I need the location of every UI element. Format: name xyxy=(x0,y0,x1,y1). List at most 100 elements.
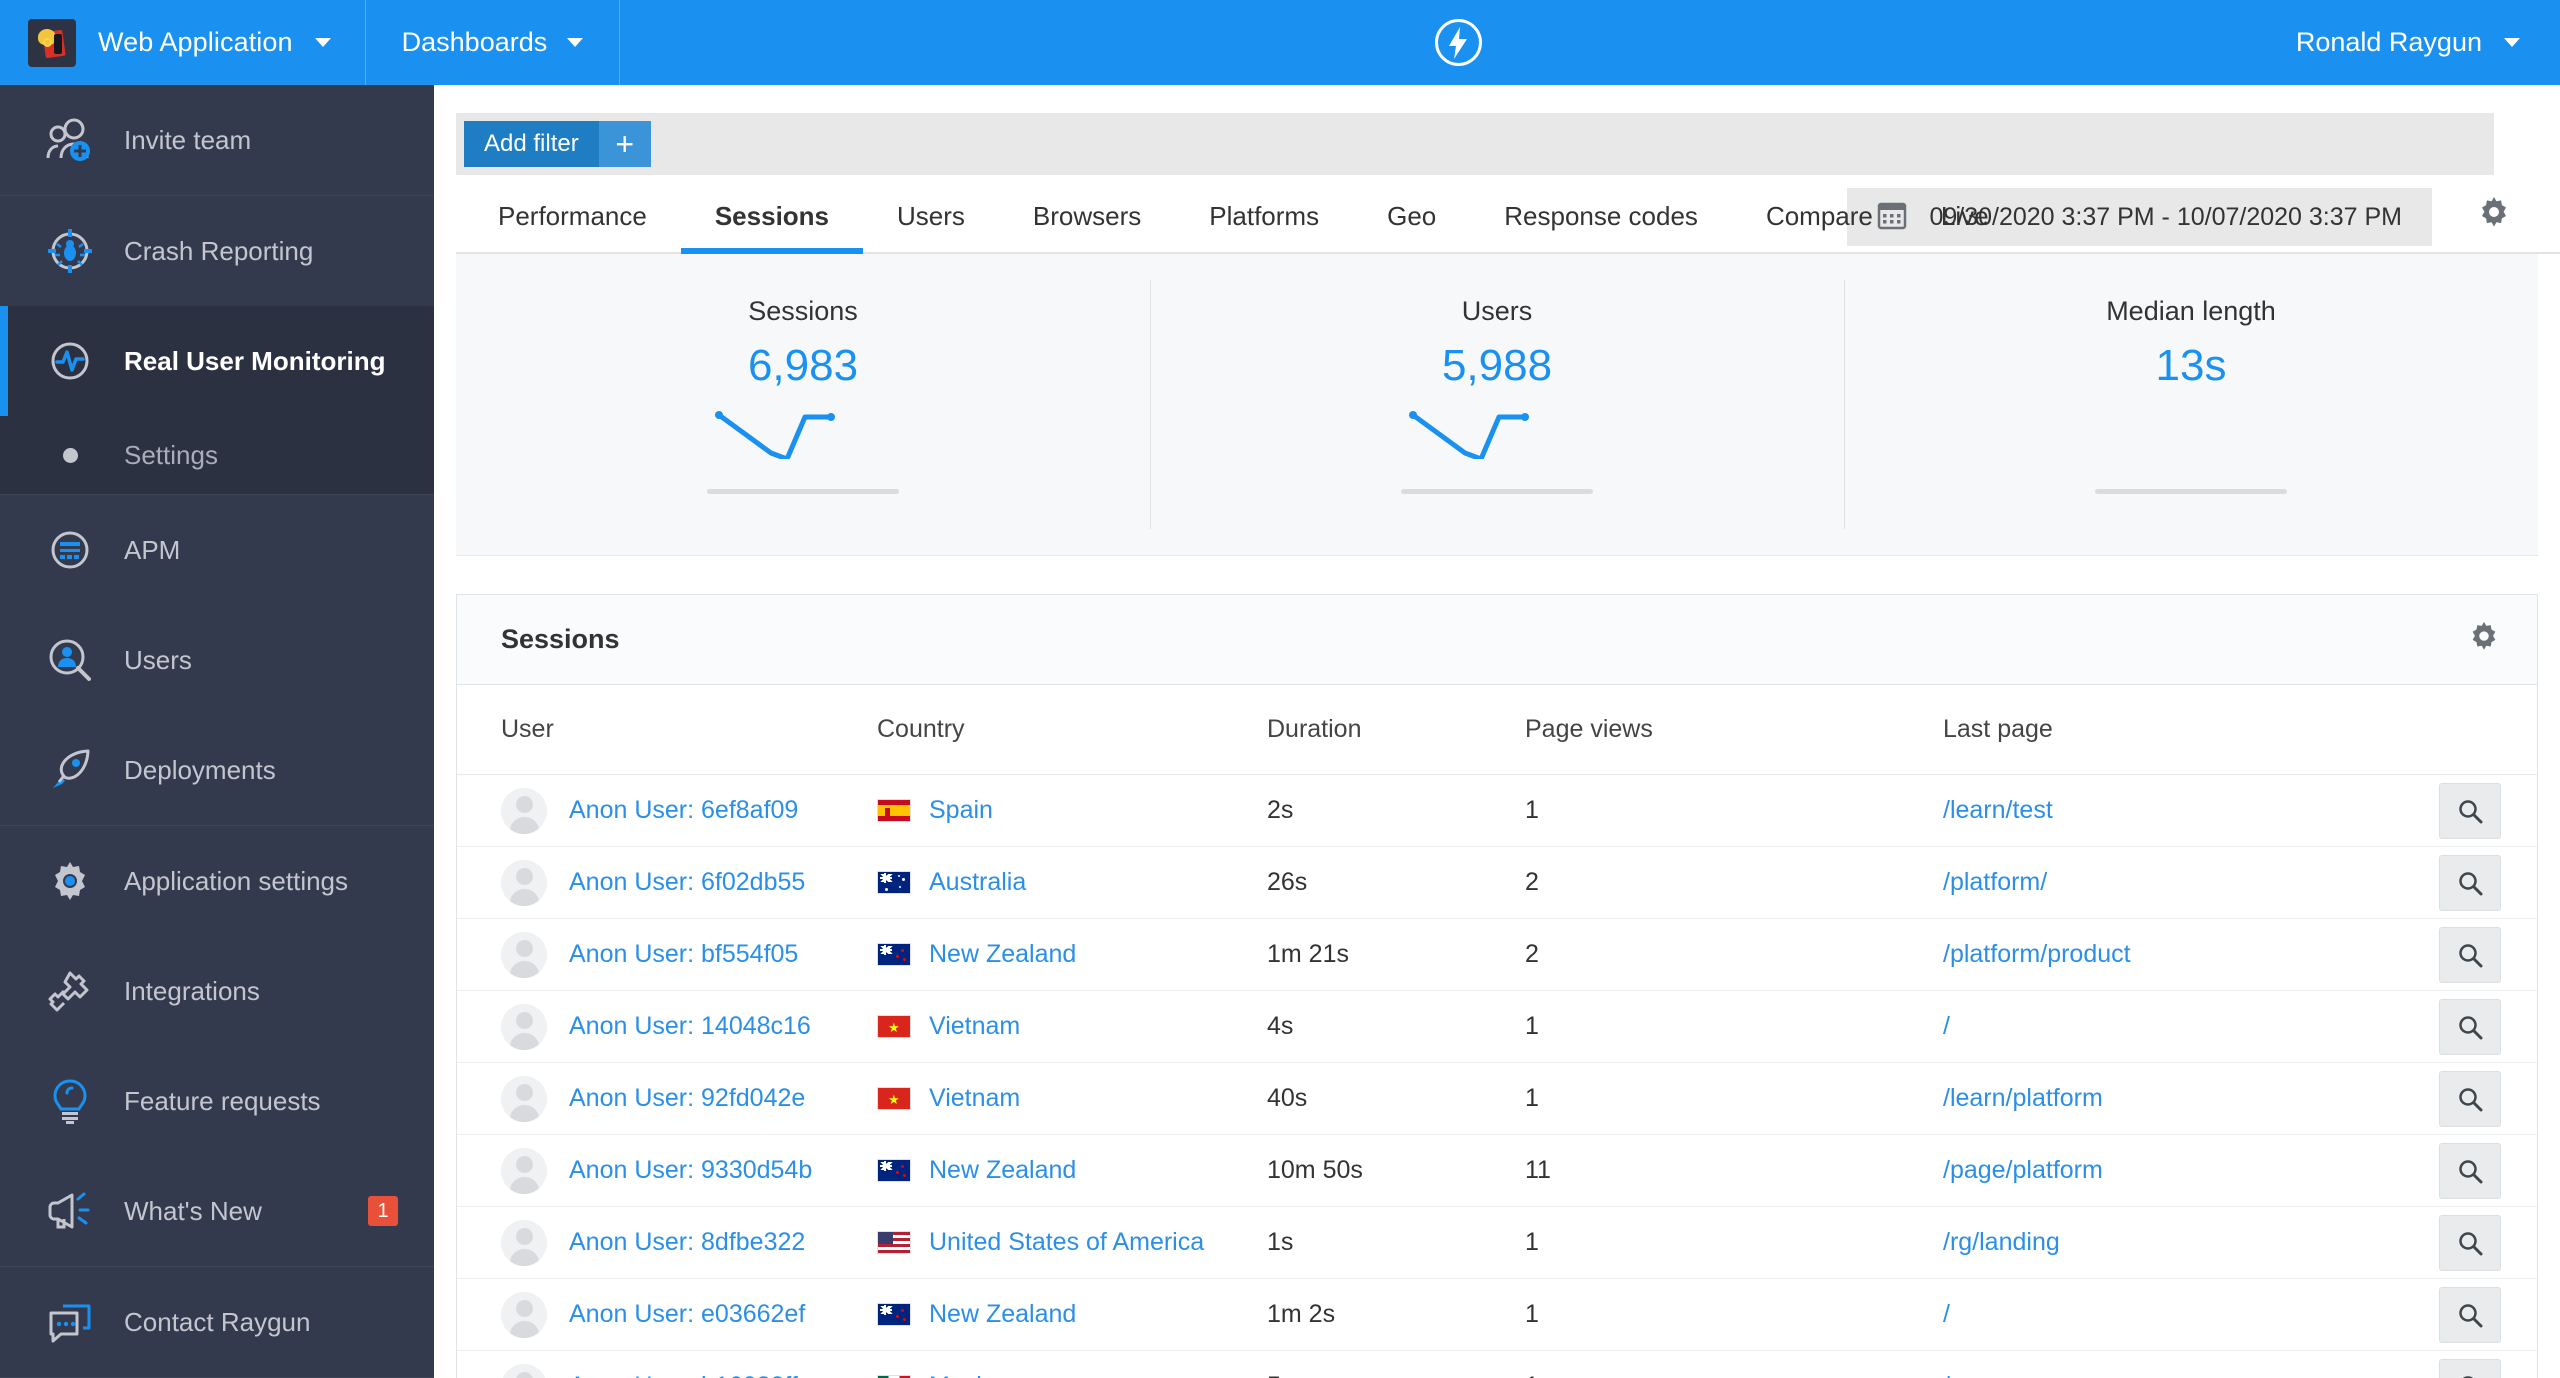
user-link[interactable]: Anon User: b16082ff xyxy=(569,1372,798,1378)
panel-settings-button[interactable] xyxy=(2467,620,2501,659)
cell-duration: 5s xyxy=(1267,1350,1525,1378)
bullet-dot-icon xyxy=(42,447,98,463)
app-switcher[interactable]: Web Application xyxy=(0,0,366,85)
user-link[interactable]: Anon User: 6ef8af09 xyxy=(569,796,798,825)
stat-card-median-length: Median length 13s xyxy=(1844,254,2538,555)
user-link[interactable]: Anon User: 9330d54b xyxy=(569,1156,812,1185)
sidebar-item-whats-new[interactable]: What's New 1 xyxy=(0,1156,434,1266)
sidebar-item-real-user-monitoring[interactable]: Real User Monitoring xyxy=(0,306,434,416)
country-link[interactable]: Spain xyxy=(929,796,993,825)
sidebar-item-crash-reporting[interactable]: Crash Reporting xyxy=(0,196,434,306)
user-link[interactable]: Anon User: 92fd042e xyxy=(569,1084,805,1113)
table-row[interactable]: Anon User: bf554f05 New Zealand 1m 21s 2/pl… xyxy=(457,918,2537,991)
avatar xyxy=(501,859,547,906)
add-filter-control[interactable]: Add filter + xyxy=(464,121,651,167)
country-link[interactable]: Australia xyxy=(929,868,1026,897)
sidebar-item-apm[interactable]: APM xyxy=(0,495,434,605)
last-page-link[interactable]: /rg/landing xyxy=(1943,1228,2060,1256)
last-page-link[interactable]: /learn/platform xyxy=(1943,1084,2103,1112)
avatar xyxy=(501,1291,547,1338)
last-page-link[interactable]: / xyxy=(1943,1372,1950,1378)
last-page-link[interactable]: /platform/product xyxy=(1943,940,2131,968)
country-link[interactable]: Vietnam xyxy=(929,1084,1020,1113)
table-row[interactable]: Anon User: b16082ff Mexico 5s1/ xyxy=(457,1350,2537,1378)
user-link[interactable]: Anon User: bf554f05 xyxy=(569,940,798,969)
country-link[interactable]: New Zealand xyxy=(929,1156,1076,1185)
sidebar-item-contact-raygun[interactable]: Contact Raygun xyxy=(0,1267,434,1377)
last-page-link[interactable]: / xyxy=(1943,1012,1950,1040)
view-session-button[interactable] xyxy=(2439,1358,2501,1378)
tab-response-codes[interactable]: Response codes xyxy=(1470,201,1732,252)
view-session-button[interactable] xyxy=(2439,1214,2501,1271)
view-session-button[interactable] xyxy=(2439,998,2501,1055)
user-link[interactable]: Anon User: 6f02db55 xyxy=(569,868,805,897)
cell-user: Anon User: bf554f05 xyxy=(457,918,877,991)
view-session-button[interactable] xyxy=(2439,926,2501,983)
column-header-user[interactable]: User xyxy=(457,685,877,775)
users-sparkline xyxy=(1407,403,1587,463)
user-link[interactable]: Anon User: e03662ef xyxy=(569,1300,805,1329)
last-page-link[interactable]: /platform/ xyxy=(1943,868,2047,896)
cell-country: New Zealand xyxy=(877,1278,1267,1351)
column-header-page-views[interactable]: Page views xyxy=(1525,685,1943,775)
column-header-country[interactable]: Country xyxy=(877,685,1267,775)
table-row[interactable]: Anon User: 6ef8af09 Spain 2s 1/learn/test xyxy=(457,774,2537,847)
cell-page-views: 2 xyxy=(1525,846,1943,919)
table-row[interactable]: Anon User: 92fd042e ★ Vietnam 40s 1/learn/pl… xyxy=(457,1062,2537,1135)
cell-page-views: 1 xyxy=(1525,990,1943,1063)
user-menu[interactable]: Ronald Raygun xyxy=(2296,27,2560,58)
sidebar-item-deployments[interactable]: Deployments xyxy=(0,715,434,825)
avatar xyxy=(501,931,547,978)
sidebar-item-invite-team[interactable]: Invite team xyxy=(0,85,434,195)
dashboards-menu[interactable]: Dashboards xyxy=(366,0,621,85)
table-row[interactable]: Anon User: 8dfbe322 United States of Amer… xyxy=(457,1206,2537,1279)
tab-sessions[interactable]: Sessions xyxy=(680,201,864,254)
dashboard-settings-button[interactable] xyxy=(2476,195,2512,236)
cell-actions xyxy=(2417,774,2537,847)
tab-live[interactable]: Live xyxy=(1907,201,2023,252)
tab-platforms[interactable]: Platforms xyxy=(1175,201,1353,252)
view-session-button[interactable] xyxy=(2439,1142,2501,1199)
sidebar-item-label: APM xyxy=(124,534,181,565)
view-session-button[interactable] xyxy=(2439,782,2501,839)
country-link[interactable]: New Zealand xyxy=(929,1300,1076,1329)
last-page-link[interactable]: /learn/test xyxy=(1943,796,2053,824)
sidebar-item-feature-requests[interactable]: Feature requests xyxy=(0,1046,434,1156)
country-link[interactable]: Vietnam xyxy=(929,1012,1020,1041)
sidebar-item-label: Integrations xyxy=(124,975,260,1006)
country-link[interactable]: New Zealand xyxy=(929,940,1076,969)
magnifier-icon xyxy=(2459,943,2483,967)
add-filter-button[interactable]: Add filter xyxy=(464,121,599,167)
view-session-button[interactable] xyxy=(2439,854,2501,911)
column-header-last-page[interactable]: Last page xyxy=(1943,685,2417,775)
view-session-button[interactable] xyxy=(2439,1070,2501,1127)
table-row[interactable]: Anon User: e03662ef New Zealand 1m 2s 1/ xyxy=(457,1278,2537,1351)
cell-user: Anon User: 92fd042e xyxy=(457,1062,877,1135)
view-session-button[interactable] xyxy=(2439,1286,2501,1343)
sidebar-item-settings[interactable]: Settings xyxy=(0,416,434,494)
sidebar-item-application-settings[interactable]: Application settings xyxy=(0,826,434,936)
sidebar-item-integrations[interactable]: Integrations xyxy=(0,936,434,1046)
country-link[interactable]: United States of America xyxy=(929,1228,1204,1257)
tab-browsers[interactable]: Browsers xyxy=(999,201,1175,252)
column-header-duration[interactable]: Duration xyxy=(1267,685,1525,775)
cell-last-page: /platform/product xyxy=(1943,918,2417,991)
user-link[interactable]: Anon User: 14048c16 xyxy=(569,1012,811,1041)
main-content: Add filter + 09/30/2020 3:37 PM - 10/07/… xyxy=(434,85,2560,1378)
table-row[interactable]: Anon User: 14048c16 ★ Vietnam 4s 1/ xyxy=(457,990,2537,1063)
user-link[interactable]: Anon User: 8dfbe322 xyxy=(569,1228,805,1257)
tab-users[interactable]: Users xyxy=(863,201,999,252)
gear-icon xyxy=(2472,621,2496,650)
add-filter-plus-icon[interactable]: + xyxy=(598,121,651,167)
last-page-link[interactable]: /page/platform xyxy=(1943,1156,2103,1184)
sidebar-item-users[interactable]: Users xyxy=(0,605,434,715)
tab-performance[interactable]: Performance xyxy=(464,201,681,252)
table-row[interactable]: Anon User: 6f02db55 Australia 26s 2/platfor… xyxy=(457,846,2537,919)
tab-compare[interactable]: Compare xyxy=(1732,201,1907,252)
country-link[interactable]: Mexico xyxy=(929,1372,1008,1378)
last-page-link[interactable]: / xyxy=(1943,1300,1950,1328)
sidebar-group-1: Invite team xyxy=(0,85,434,196)
lightning-bolt-icon[interactable] xyxy=(1434,19,1482,66)
tab-geo[interactable]: Geo xyxy=(1353,201,1470,252)
table-row[interactable]: Anon User: 9330d54b New Zealand 10m 50s 11/… xyxy=(457,1134,2537,1207)
